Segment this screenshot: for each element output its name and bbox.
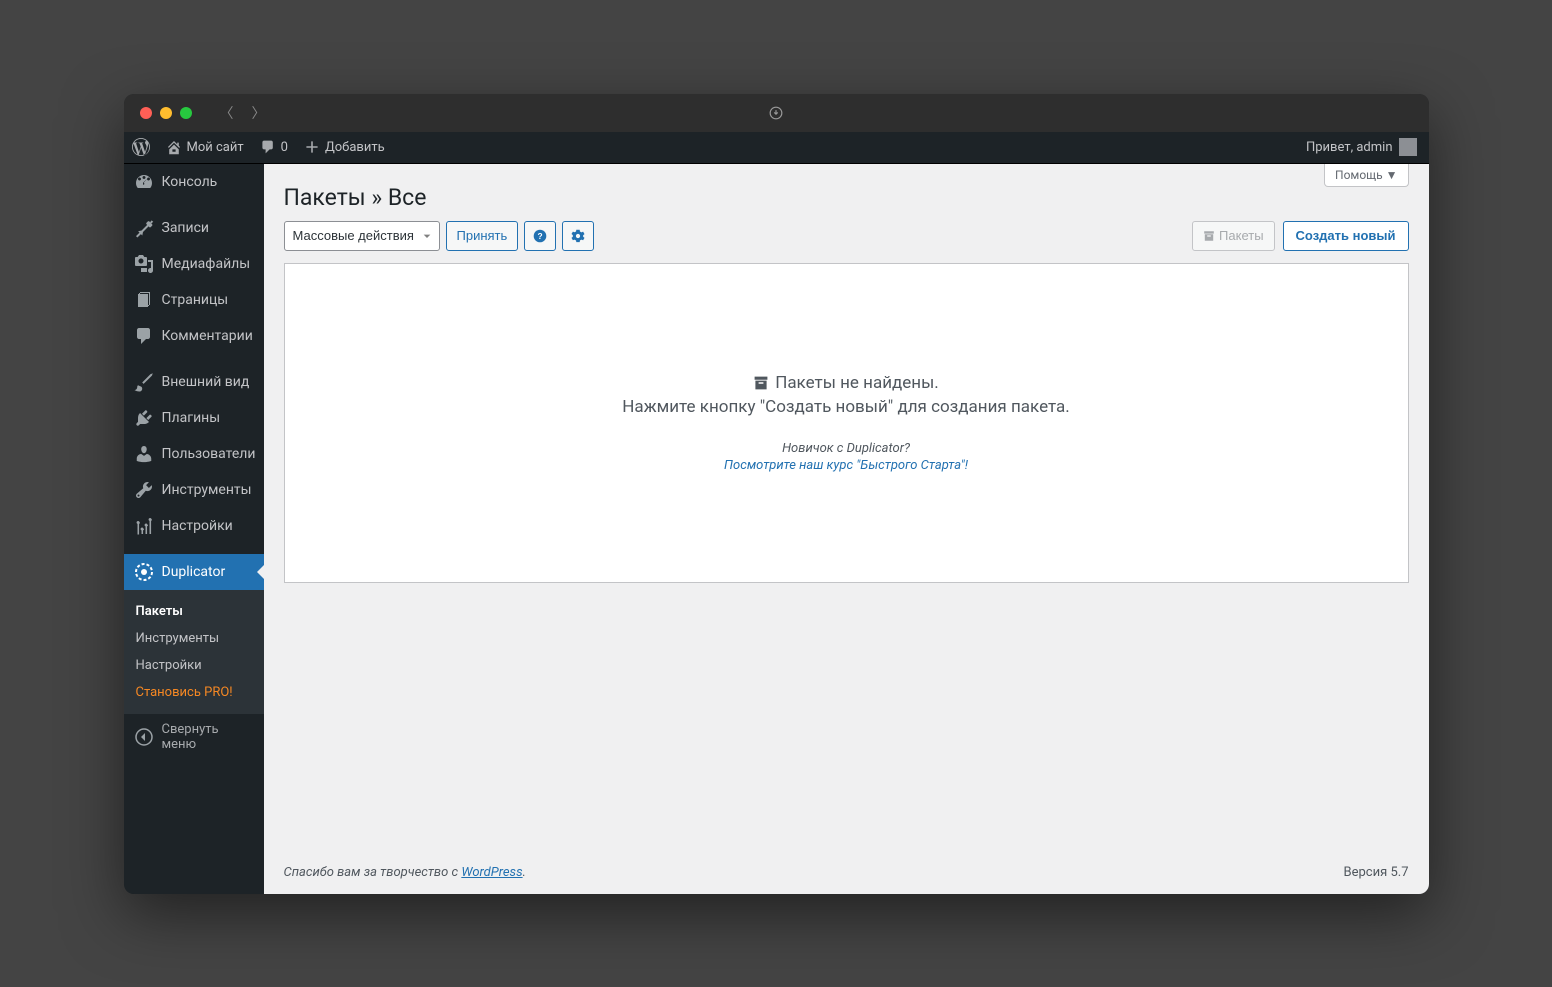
sidebar-label: Страницы	[162, 292, 229, 308]
bulk-actions-select[interactable]: Массовые действия	[284, 221, 440, 251]
dashboard-icon	[134, 172, 154, 192]
collapse-icon	[134, 727, 154, 747]
sidebar-item-duplicator[interactable]: Duplicator	[124, 554, 264, 590]
site-title: Мой сайт	[187, 140, 244, 155]
page-title: Пакеты » Все	[284, 184, 1409, 211]
titlebar: 〈 〉	[124, 94, 1429, 132]
duplicator-submenu: Пакеты Инструменты Настройки Становись P…	[124, 590, 264, 714]
user-menu[interactable]: Привет, admin	[1306, 138, 1429, 156]
packages-button: Пакеты	[1192, 221, 1275, 251]
main-content: Помощь ▼ Пакеты » Все Массовые действия …	[264, 164, 1429, 894]
add-new-link[interactable]: Добавить	[296, 132, 393, 163]
svg-text:?: ?	[538, 230, 543, 240]
create-new-button[interactable]: Создать новый	[1283, 221, 1409, 251]
plugin-icon	[134, 408, 154, 428]
submenu-pro[interactable]: Становись PRO!	[124, 679, 264, 706]
wp-logo[interactable]	[124, 132, 158, 163]
comments-link[interactable]: 0	[252, 132, 296, 163]
sidebar-item-media[interactable]: Медиафайлы	[124, 246, 264, 282]
empty-title: Пакеты не найдены.	[775, 373, 939, 393]
minimize-window-button[interactable]	[160, 107, 172, 119]
sidebar-item-tools[interactable]: Инструменты	[124, 472, 264, 508]
page-header: Пакеты » Все	[264, 164, 1429, 221]
sidebar-label: Записи	[162, 220, 210, 236]
collapse-menu[interactable]: Свернуть меню	[124, 714, 264, 760]
sliders-icon	[134, 516, 154, 536]
apply-button[interactable]: Принять	[446, 221, 519, 251]
add-new-label: Добавить	[325, 140, 385, 155]
submenu-settings[interactable]: Настройки	[124, 652, 264, 679]
sidebar-item-console[interactable]: Консоль	[124, 164, 264, 200]
brush-icon	[134, 372, 154, 392]
sidebar-label: Консоль	[162, 174, 218, 190]
footer-version: Версия 5.7	[1344, 865, 1409, 880]
packages-empty-state: Пакеты не найдены. Нажмите кнопку "Созда…	[284, 263, 1409, 583]
back-button[interactable]: 〈	[220, 103, 234, 123]
archive-icon	[1203, 230, 1215, 242]
sidebar-label: Настройки	[162, 518, 233, 534]
users-icon	[134, 444, 154, 464]
submenu-packages[interactable]: Пакеты	[124, 598, 264, 625]
maximize-window-button[interactable]	[180, 107, 192, 119]
settings-icon-button[interactable]	[562, 221, 594, 251]
sidebar-item-pages[interactable]: Страницы	[124, 282, 264, 318]
sidebar-label: Инструменты	[162, 482, 252, 498]
quickstart-link[interactable]: Посмотрите наш курс "Быстрого Старта"!	[724, 458, 968, 473]
sidebar-label: Duplicator	[162, 564, 226, 580]
help-tab[interactable]: Помощь ▼	[1324, 164, 1408, 187]
download-icon[interactable]	[769, 106, 783, 120]
admin-sidebar: Консоль Записи Медиафайлы Страницы Комме…	[124, 164, 264, 894]
comment-icon	[134, 326, 154, 346]
duplicator-icon	[134, 562, 154, 582]
sidebar-item-settings[interactable]: Настройки	[124, 508, 264, 544]
sidebar-item-appearance[interactable]: Внешний вид	[124, 364, 264, 400]
nav-arrows: 〈 〉	[220, 103, 266, 123]
sidebar-label: Комментарии	[162, 328, 253, 344]
sidebar-item-users[interactable]: Пользователи	[124, 436, 264, 472]
sidebar-item-posts[interactable]: Записи	[124, 210, 264, 246]
collapse-label: Свернуть меню	[162, 722, 254, 752]
wrench-icon	[134, 480, 154, 500]
page-icon	[134, 290, 154, 310]
footer: Спасибо вам за творчество с WordPress. В…	[264, 851, 1429, 894]
toolbar: Массовые действия Принять ? Пакеты Созда…	[264, 221, 1429, 263]
sidebar-label: Пользователи	[162, 446, 256, 462]
avatar	[1399, 138, 1417, 156]
footer-thanks: Спасибо вам за творчество с WordPress.	[284, 865, 526, 880]
site-name-link[interactable]: Мой сайт	[158, 132, 252, 163]
sidebar-label: Плагины	[162, 410, 221, 426]
submenu-tools[interactable]: Инструменты	[124, 625, 264, 652]
empty-subtitle: Нажмите кнопку "Создать новый" для созда…	[622, 397, 1070, 417]
admin-bar: Мой сайт 0 Добавить Привет, admin	[124, 132, 1429, 164]
help-icon-button[interactable]: ?	[524, 221, 556, 251]
helper-text: Новичок с Duplicator?	[782, 441, 910, 456]
wordpress-link[interactable]: WordPress	[461, 865, 522, 880]
archive-icon	[753, 375, 769, 391]
browser-window: 〈 〉 Мой сайт 0 Добавить Прив	[124, 94, 1429, 894]
close-window-button[interactable]	[140, 107, 152, 119]
sidebar-item-plugins[interactable]: Плагины	[124, 400, 264, 436]
sidebar-item-comments[interactable]: Комментарии	[124, 318, 264, 354]
sidebar-label: Медиафайлы	[162, 256, 251, 272]
sidebar-label: Внешний вид	[162, 374, 250, 390]
comments-count: 0	[281, 140, 288, 155]
forward-button[interactable]: 〉	[252, 103, 266, 123]
pin-icon	[134, 218, 154, 238]
traffic-lights	[140, 107, 192, 119]
greeting-text: Привет, admin	[1306, 140, 1393, 155]
media-icon	[134, 254, 154, 274]
